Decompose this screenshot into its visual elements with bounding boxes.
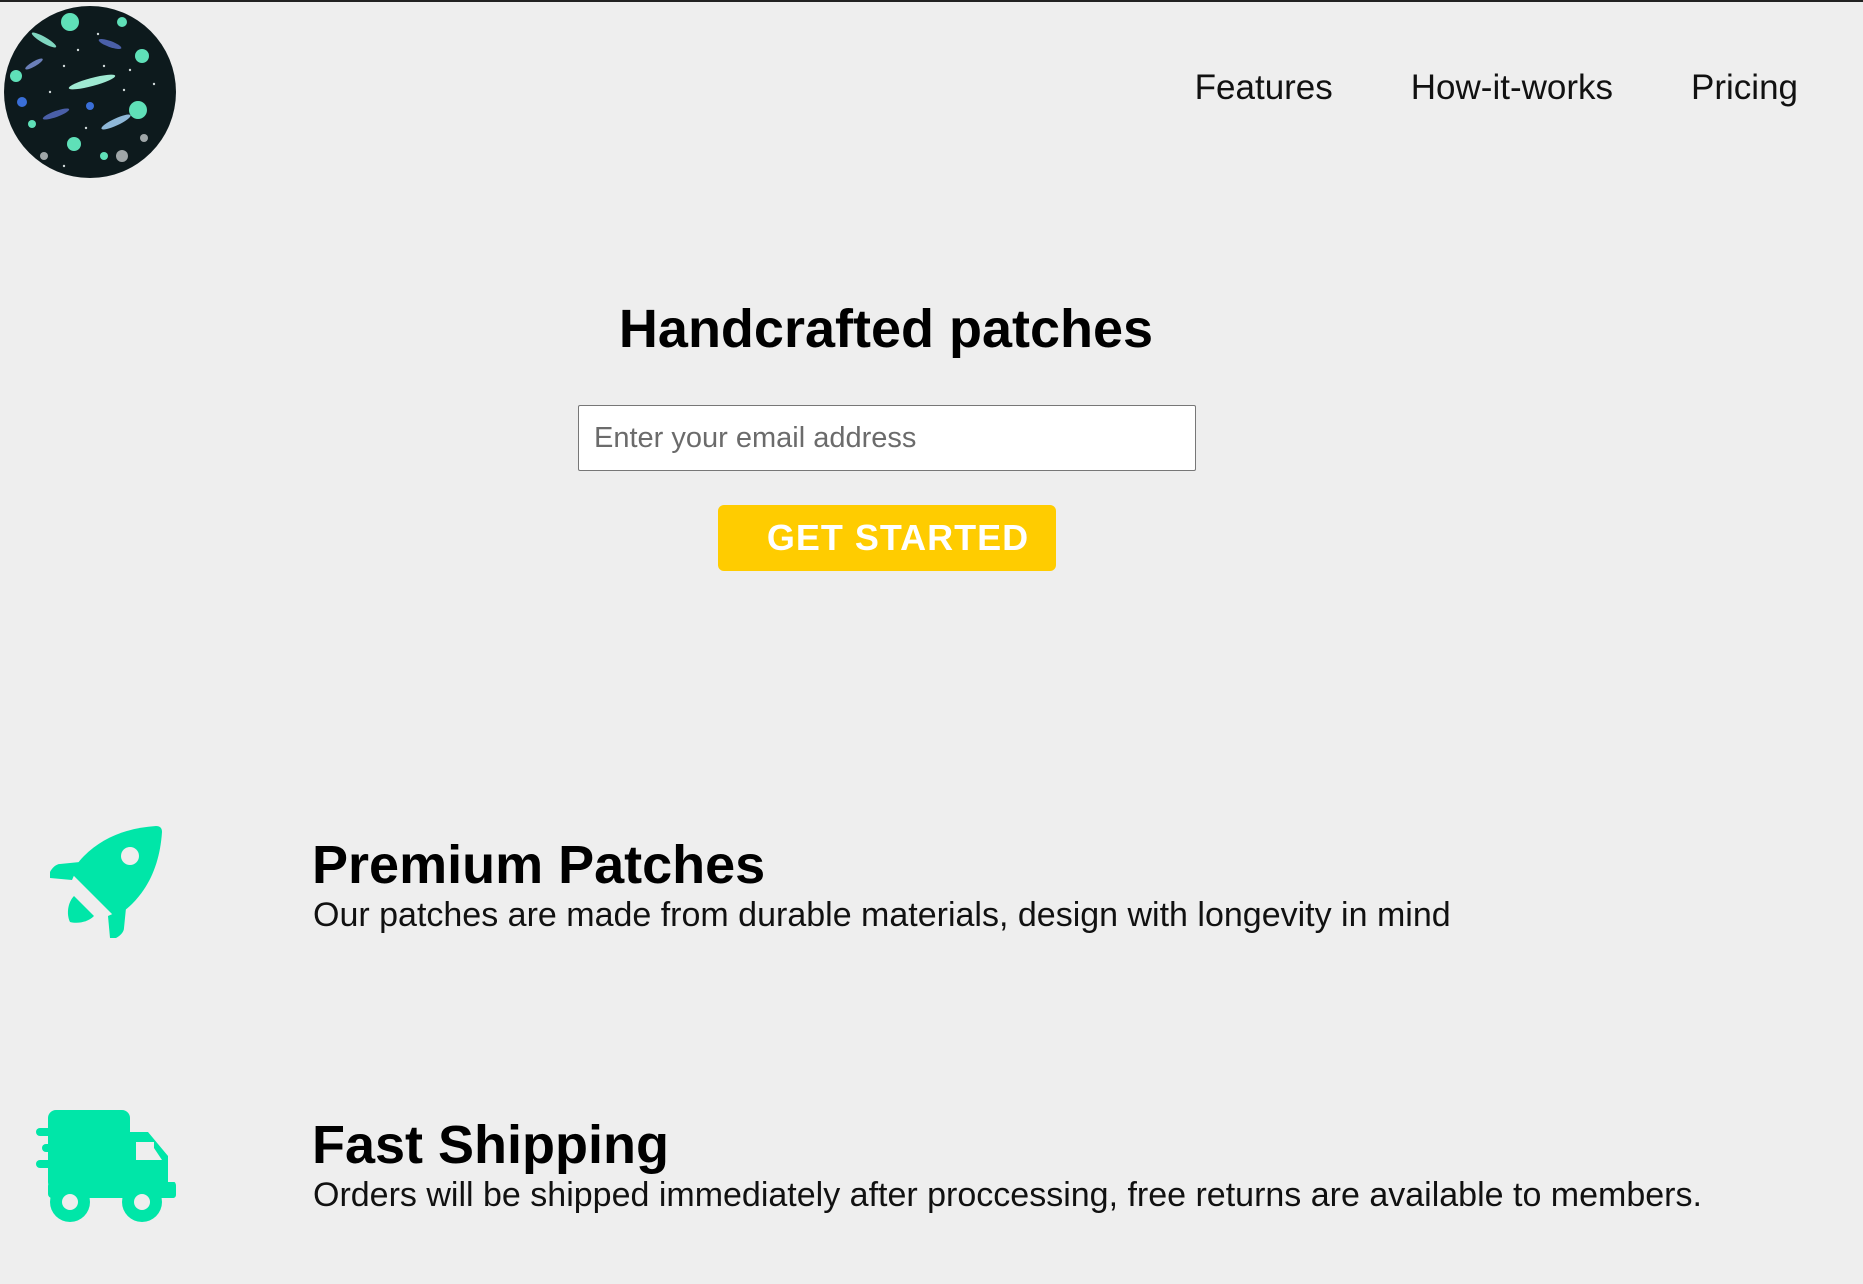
nav-link-how-it-works[interactable]: How-it-works	[1411, 68, 1613, 108]
nav-link-features[interactable]: Features	[1195, 68, 1333, 108]
space-patch-logo[interactable]	[4, 6, 176, 178]
get-started-button[interactable]: GET STARTED	[718, 505, 1056, 571]
nav-link-pricing[interactable]: Pricing	[1691, 68, 1798, 108]
rocket-icon	[50, 826, 162, 945]
feature-title-fast-shipping: Fast Shipping	[312, 1115, 669, 1175]
page-top-border	[0, 0, 1863, 2]
feature-desc-premium-patches: Our patches are made from durable materi…	[313, 896, 1451, 934]
email-input[interactable]	[578, 405, 1196, 471]
main-nav: Features How-it-works Pricing	[1195, 68, 1798, 108]
hero-title: Handcrafted patches	[618, 299, 1154, 359]
feature-desc-fast-shipping: Orders will be shipped immediately after…	[313, 1176, 1702, 1214]
shipping-truck-icon	[36, 1110, 176, 1227]
feature-title-premium-patches: Premium Patches	[312, 835, 766, 895]
